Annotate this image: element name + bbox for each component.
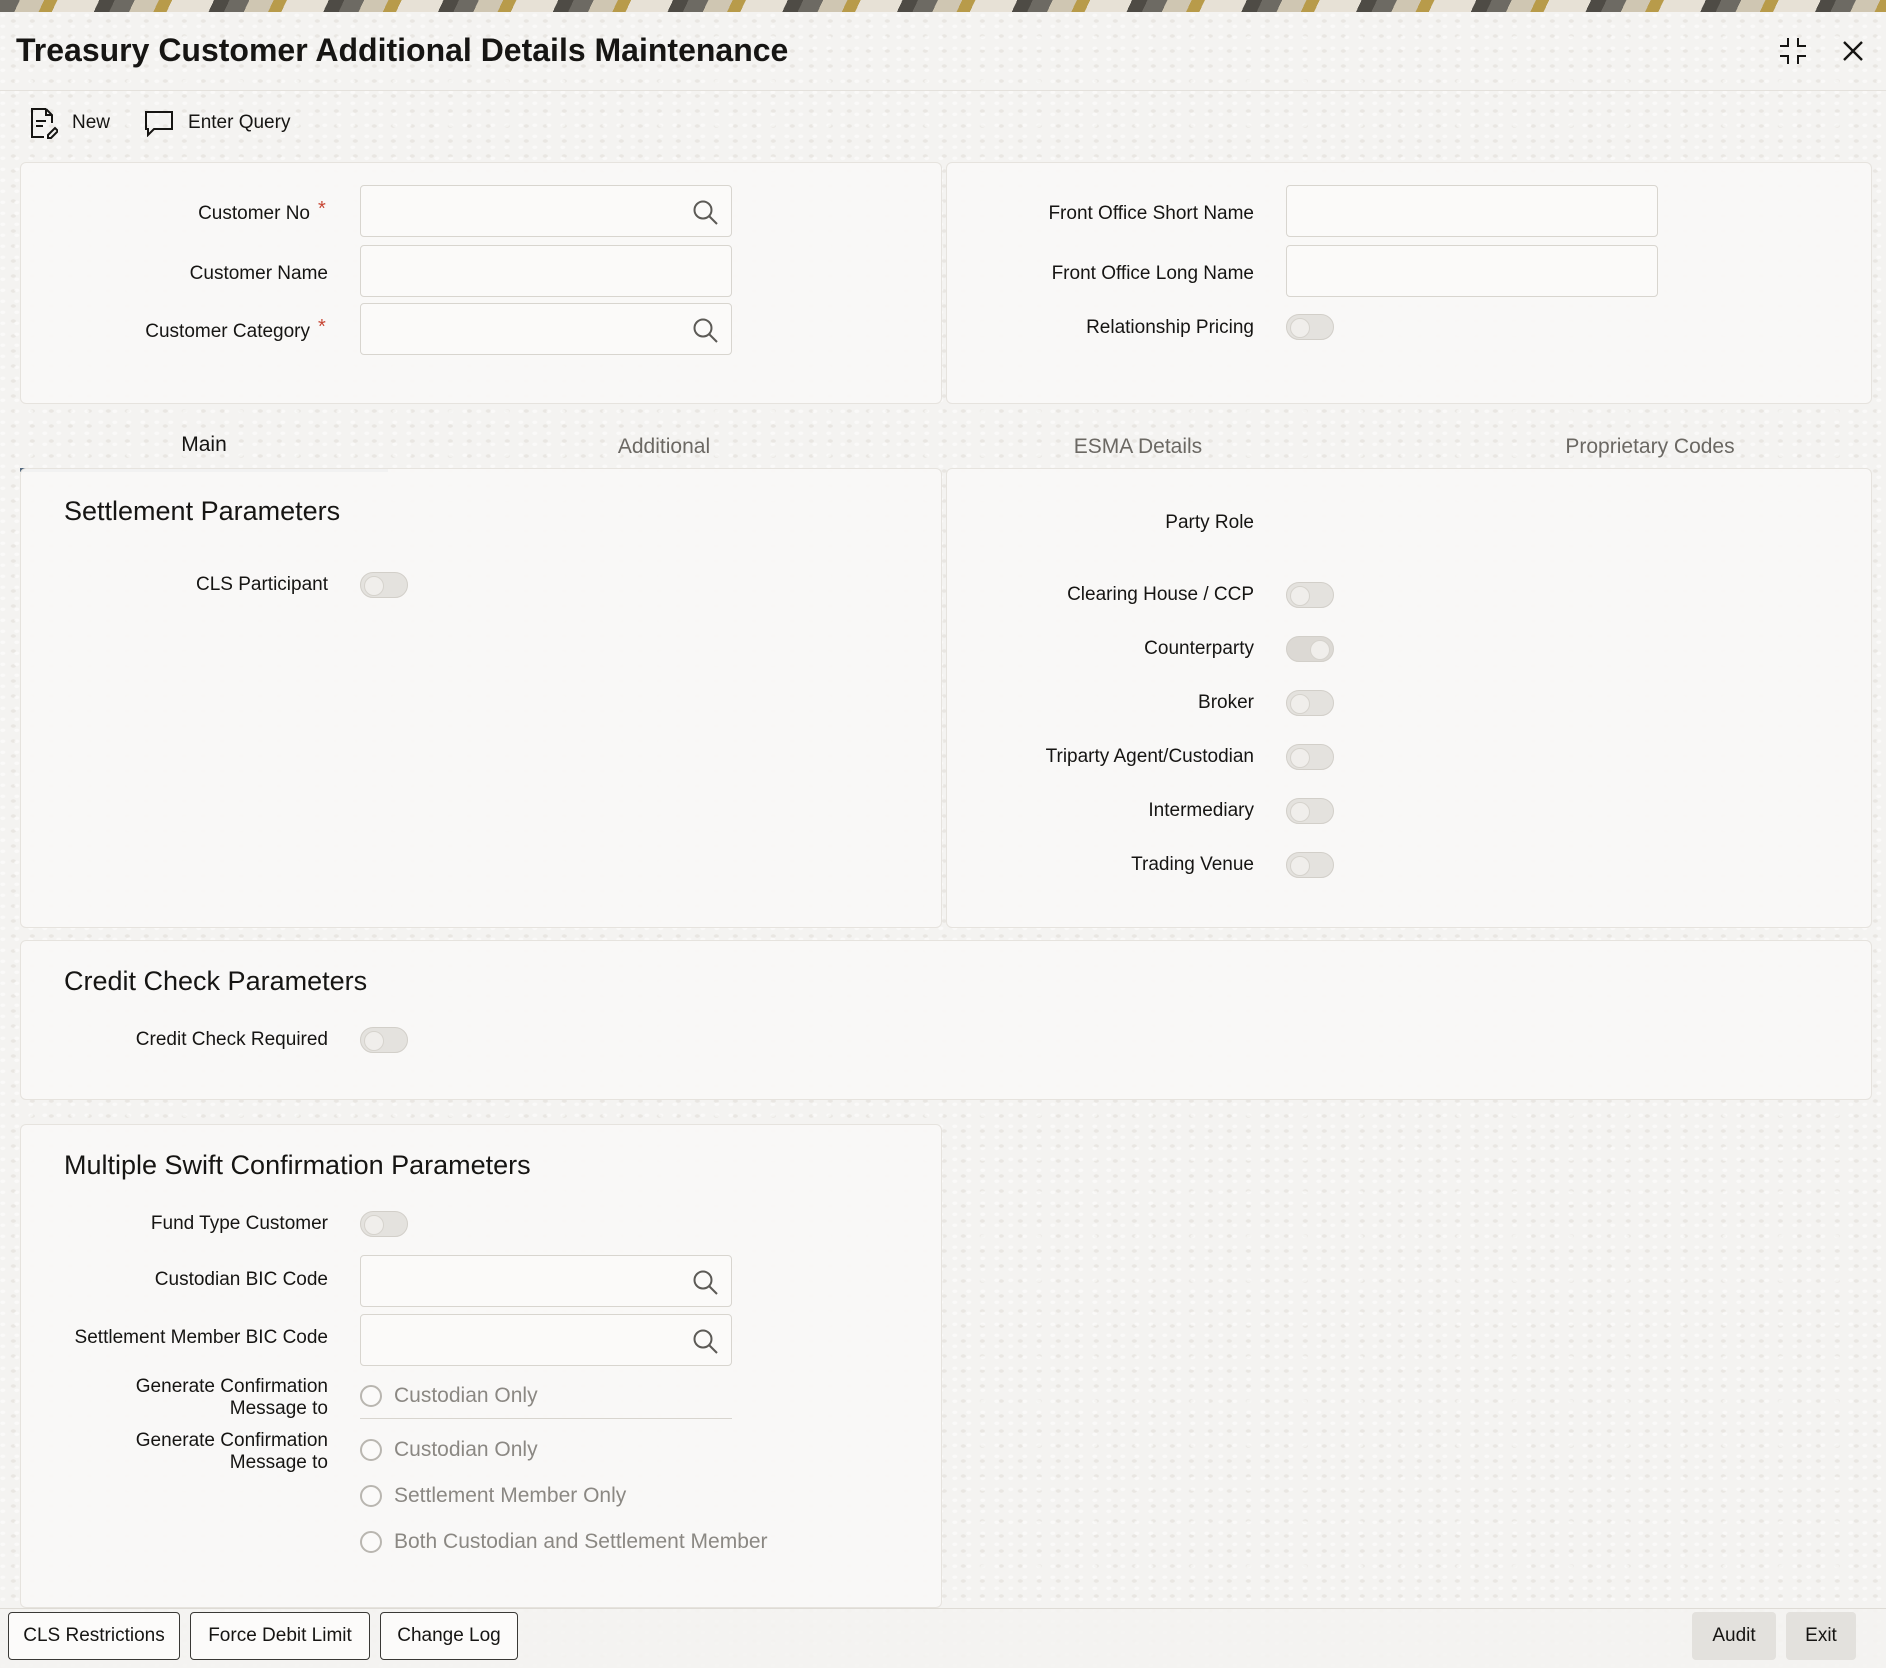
credit-check-panel bbox=[20, 940, 1872, 1100]
radio-label: Custodian Only bbox=[394, 1384, 538, 1407]
toolbar: New Enter Query bbox=[28, 107, 290, 139]
front-office-short-name-label: Front Office Short Name bbox=[1048, 203, 1254, 224]
tab-proprietary-codes[interactable]: Proprietary Codes bbox=[1466, 422, 1834, 472]
search-icon[interactable] bbox=[691, 316, 719, 344]
counterparty-toggle[interactable] bbox=[1286, 636, 1334, 662]
credit-check-required-label: Credit Check Required bbox=[135, 1029, 328, 1050]
close-icon[interactable] bbox=[1836, 34, 1870, 68]
settlement-section-title: Settlement Parameters bbox=[64, 496, 341, 526]
front-office-short-name-input[interactable] bbox=[1286, 185, 1658, 237]
swift-section-title: Multiple Swift Confirmation Parameters bbox=[64, 1150, 531, 1180]
radio-label: Both Custodian and Settlement Member bbox=[394, 1530, 768, 1553]
page: Treasury Customer Additional Details Mai… bbox=[0, 12, 1886, 1668]
custodian-bic-label: Custodian BIC Code bbox=[154, 1269, 328, 1290]
both-custodian-settlement-radio[interactable]: Both Custodian and Settlement Member bbox=[360, 1530, 768, 1554]
radio-button-icon bbox=[360, 1385, 382, 1407]
clearing-house-toggle[interactable] bbox=[1286, 582, 1334, 608]
new-document-icon bbox=[28, 107, 58, 139]
customer-no-label: Customer No bbox=[198, 203, 310, 224]
credit-check-section-title: Credit Check Parameters bbox=[64, 966, 368, 996]
customer-category-label: Customer Category bbox=[145, 321, 310, 342]
custodian-bic-input[interactable] bbox=[360, 1255, 732, 1307]
cls-participant-toggle[interactable] bbox=[360, 572, 408, 598]
new-label: New bbox=[72, 112, 111, 133]
party-role-label: Trading Venue bbox=[1131, 854, 1254, 875]
settlement-member-only-radio[interactable]: Settlement Member Only bbox=[360, 1484, 626, 1508]
radio-button-icon bbox=[360, 1485, 382, 1507]
trading-venue-toggle[interactable] bbox=[1286, 852, 1334, 878]
radio-label: Settlement Member Only bbox=[394, 1484, 627, 1507]
party-role-label: Triparty Agent/Custodian bbox=[1045, 746, 1254, 767]
tab-additional[interactable]: Additional bbox=[480, 422, 848, 472]
page-title: Treasury Customer Additional Details Mai… bbox=[16, 32, 789, 68]
tab-main[interactable]: Main bbox=[20, 422, 388, 472]
broker-toggle[interactable] bbox=[1286, 690, 1334, 716]
new-button[interactable]: New bbox=[28, 107, 110, 139]
maximize-icon[interactable] bbox=[1776, 34, 1810, 68]
search-icon[interactable] bbox=[691, 1268, 719, 1296]
exit-button[interactable]: Exit bbox=[1786, 1612, 1856, 1660]
radio-button-icon bbox=[360, 1531, 382, 1553]
customer-no-input[interactable] bbox=[360, 185, 732, 237]
party-role-heading: Party Role bbox=[1165, 512, 1254, 533]
change-log-button[interactable]: Change Log bbox=[380, 1612, 518, 1660]
search-icon[interactable] bbox=[691, 198, 719, 226]
customer-category-input[interactable] bbox=[360, 303, 732, 355]
cls-participant-label: CLS Participant bbox=[195, 574, 328, 595]
enter-query-label: Enter Query bbox=[188, 112, 291, 133]
settlement-member-bic-input[interactable] bbox=[360, 1314, 732, 1366]
tab-bar: Main Additional ESMA Details Proprietary… bbox=[20, 422, 1872, 472]
generate-confirmation-label: Generate Confirmation Message to bbox=[135, 1376, 328, 1419]
radio-label: Custodian Only bbox=[394, 1438, 538, 1461]
settlement-member-bic-label: Settlement Member BIC Code bbox=[74, 1327, 328, 1348]
customer-no-required-mark: * bbox=[318, 198, 326, 220]
credit-check-required-toggle[interactable] bbox=[360, 1027, 408, 1053]
window-controls bbox=[1776, 34, 1870, 68]
party-role-label: Clearing House / CCP bbox=[1067, 584, 1254, 605]
fund-type-customer-toggle[interactable] bbox=[360, 1211, 408, 1237]
party-role-label: Counterparty bbox=[1144, 638, 1254, 659]
decorative-banner bbox=[0, 0, 1886, 12]
generate-confirmation-option-1[interactable]: Custodian Only bbox=[360, 1384, 538, 1408]
triparty-agent-toggle[interactable] bbox=[1286, 744, 1334, 770]
generate-confirmation-label: Generate Confirmation Message to bbox=[135, 1430, 328, 1473]
custodian-only-radio[interactable]: Custodian Only bbox=[360, 1438, 538, 1462]
intermediary-toggle[interactable] bbox=[1286, 798, 1334, 824]
force-debit-limit-button[interactable]: Force Debit Limit bbox=[190, 1612, 370, 1660]
customer-name-input[interactable] bbox=[360, 245, 732, 297]
front-office-long-name-label: Front Office Long Name bbox=[1051, 263, 1254, 284]
field-underline bbox=[360, 1418, 732, 1419]
relationship-pricing-label: Relationship Pricing bbox=[1086, 317, 1254, 338]
audit-button[interactable]: Audit bbox=[1692, 1612, 1776, 1660]
chat-bubble-icon bbox=[144, 109, 174, 137]
fund-type-customer-label: Fund Type Customer bbox=[150, 1213, 328, 1234]
party-role-label: Intermediary bbox=[1148, 800, 1254, 821]
enter-query-button[interactable]: Enter Query bbox=[144, 109, 290, 137]
front-office-long-name-input[interactable] bbox=[1286, 245, 1658, 297]
relationship-pricing-toggle[interactable] bbox=[1286, 314, 1334, 340]
tab-esma-details[interactable]: ESMA Details bbox=[954, 422, 1322, 472]
customer-name-label: Customer Name bbox=[189, 263, 328, 284]
title-divider bbox=[0, 90, 1886, 91]
party-role-label: Broker bbox=[1198, 692, 1254, 713]
settlement-panel bbox=[20, 468, 942, 928]
search-icon[interactable] bbox=[691, 1327, 719, 1355]
cls-restrictions-button[interactable]: CLS Restrictions bbox=[8, 1612, 180, 1660]
radio-button-icon bbox=[360, 1439, 382, 1461]
customer-category-required-mark: * bbox=[318, 316, 326, 338]
